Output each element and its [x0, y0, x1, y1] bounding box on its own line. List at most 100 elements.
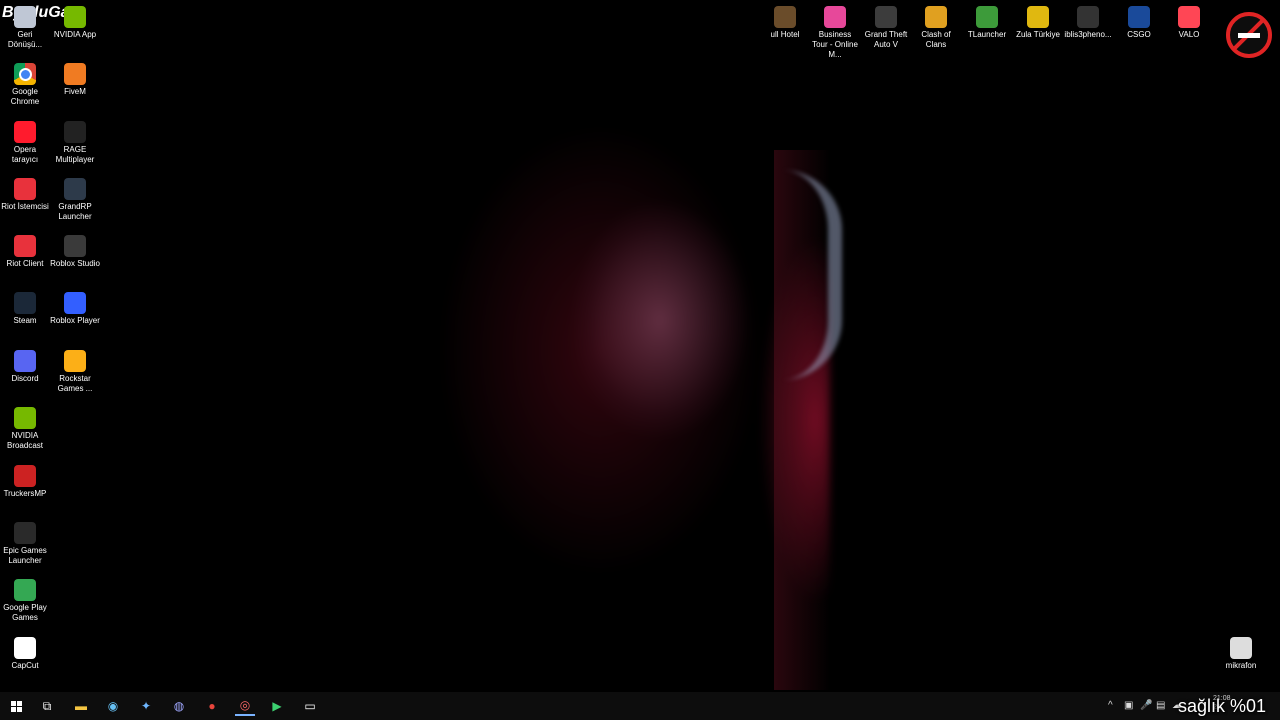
- desktop-icon-zula[interactable]: Zula Türkiye: [1013, 6, 1063, 40]
- desktop-icon-roblox-player[interactable]: Roblox Player: [50, 292, 100, 326]
- nvidia-icon: [64, 6, 86, 28]
- desktop-icon-label: Discord: [11, 374, 39, 383]
- riot-client-icon: [14, 235, 36, 257]
- desktop-icon-business-tour[interactable]: Business Tour - Online M...: [810, 6, 860, 60]
- desktop-icon-tlauncher[interactable]: TLauncher: [962, 6, 1012, 40]
- task-view-icon: ⧉: [42, 698, 52, 713]
- chrome-taskbar-button[interactable]: ●: [202, 696, 222, 716]
- desktop-icon-roblox-studio[interactable]: Roblox Studio: [50, 235, 100, 269]
- desktop-icon-label: Clash of Clans: [921, 30, 951, 49]
- riot-icon: [14, 178, 36, 200]
- file-explorer-button[interactable]: ▬: [71, 696, 91, 716]
- desktop-icon-label: Roblox Studio: [50, 259, 100, 268]
- webcam-background: [360, 20, 830, 690]
- desktop-icon-riot-client[interactable]: Riot Client: [0, 235, 50, 269]
- recycle-bin-icon: [14, 6, 36, 28]
- discord-icon: [14, 350, 36, 372]
- desktop-icon-label: GrandRP Launcher: [58, 202, 92, 221]
- chrome-icon: ●: [208, 699, 216, 713]
- desktop-icon-mikrafon[interactable]: mikrafon: [1216, 637, 1266, 671]
- launcher-taskbar-button[interactable]: ▶: [267, 696, 287, 716]
- tray-app-icon[interactable]: ▣: [1124, 700, 1133, 711]
- desktop-icon-grandrp[interactable]: GrandRP Launcher: [50, 178, 100, 222]
- microphone-icon: [1230, 637, 1252, 659]
- desktop-icon-clash-of-clans[interactable]: Clash of Clans: [911, 6, 961, 50]
- health-status-text: sağlık %01: [1178, 696, 1267, 716]
- recorder-taskbar-button[interactable]: ◎: [235, 696, 255, 716]
- gta-icon: [875, 6, 897, 28]
- desktop-icon-label: Business Tour - Online M...: [812, 30, 858, 59]
- copilot-taskbar-button[interactable]: ✦: [136, 696, 156, 716]
- desktop-icon-steam[interactable]: Steam: [0, 292, 50, 326]
- start-button[interactable]: [6, 696, 26, 716]
- terminal-taskbar-button[interactable]: ▭: [300, 696, 320, 716]
- chrome-icon: [14, 63, 36, 85]
- no-smoking-icon: [1226, 12, 1272, 58]
- desktop-icon-label: Steam: [13, 316, 37, 325]
- recorder-icon: ◎: [239, 698, 251, 712]
- steam-icon: ◉: [107, 699, 119, 713]
- desktop-icon-label: Opera tarayıcı: [11, 145, 39, 164]
- grandrp-icon: [64, 178, 86, 200]
- folder-icon: ▬: [75, 699, 87, 713]
- steam-taskbar-button[interactable]: ◉: [103, 696, 123, 716]
- windows-logo-icon: [10, 700, 22, 712]
- epic-icon: [14, 522, 36, 544]
- desktop-icon-valo[interactable]: VALO: [1164, 6, 1214, 40]
- desktop-icon-riot-istemcisi[interactable]: Riot İstemcisi: [0, 178, 50, 212]
- desktop-icon-label: Grand Theft Auto V: [864, 30, 908, 49]
- discord-taskbar-button[interactable]: ◍: [169, 696, 189, 716]
- fivem-icon: [64, 63, 86, 85]
- desktop-icon-label: TLauncher: [967, 30, 1007, 39]
- desktop-icon-capcut[interactable]: CapCut: [0, 637, 50, 671]
- desktop-icon-label: CSGO: [1127, 30, 1151, 39]
- desktop-icon-nvidia-app[interactable]: NVIDIA App: [50, 6, 100, 40]
- rockstar-icon: [64, 350, 86, 372]
- desktop-icon-iblis[interactable]: iblis3pheno...: [1063, 6, 1113, 40]
- tlauncher-icon: [976, 6, 998, 28]
- headphone-shape: [778, 170, 842, 380]
- desktop-icon-truckersmp[interactable]: TruckersMP: [0, 465, 50, 499]
- steam-icon: [14, 292, 36, 314]
- desktop-icon-chrome[interactable]: Google Chrome: [0, 63, 50, 107]
- desktop-icon-hotel[interactable]: ull Hotel: [760, 6, 810, 40]
- desktop-icon-label: Geri Dönüşü...: [7, 30, 43, 49]
- desktop-icon-rockstar[interactable]: Rockstar Games ...: [50, 350, 100, 394]
- desktop-icon-label: ull Hotel: [770, 30, 800, 39]
- iblis-icon: [1077, 6, 1099, 28]
- desktop-icon-label: Rockstar Games ...: [57, 374, 93, 393]
- business-tour-icon: [824, 6, 846, 28]
- task-view-button[interactable]: ⧉: [37, 696, 57, 716]
- desktop-icon-gta-v[interactable]: Grand Theft Auto V: [861, 6, 911, 50]
- hotel-icon: [774, 6, 796, 28]
- desktop-icon-label: NVIDIA App: [53, 30, 97, 39]
- desktop-icon-label: RAGE Multiplayer: [55, 145, 95, 164]
- desktop-icon-label: iblis3pheno...: [1064, 30, 1112, 39]
- tray-chevron-icon[interactable]: ^: [1108, 700, 1113, 711]
- desktop-icon-label: Zula Türkiye: [1016, 30, 1060, 39]
- desktop-icon-discord[interactable]: Discord: [0, 350, 50, 384]
- desktop-icon-label: FiveM: [64, 87, 86, 96]
- desktop-icon-label: CapCut: [11, 661, 39, 670]
- desktop-icon-epic-games[interactable]: Epic Games Launcher: [0, 522, 50, 566]
- desktop-icon-google-play-games[interactable]: Google Play Games: [0, 579, 50, 623]
- desktop-icon-csgo[interactable]: CSGO: [1114, 6, 1164, 40]
- roblox-studio-icon: [64, 235, 86, 257]
- desktop-icon-label: Riot Client: [6, 259, 44, 268]
- desktop-icon-label: Epic Games Launcher: [3, 546, 47, 565]
- zula-icon: [1027, 6, 1049, 28]
- desktop-icon-opera[interactable]: Opera tarayıcı: [0, 121, 50, 165]
- desktop-icon-label: Roblox Player: [50, 316, 100, 325]
- desktop-icon-rage[interactable]: RAGE Multiplayer: [50, 121, 100, 165]
- desktop-icon-recycle-bin[interactable]: Geri Dönüşü...: [0, 6, 50, 50]
- valorant-icon: [1178, 6, 1200, 28]
- desktop-icon-fivem[interactable]: FiveM: [50, 63, 100, 97]
- tray-microphone-icon[interactable]: 🎤: [1140, 700, 1152, 711]
- roblox-icon: [64, 292, 86, 314]
- opera-icon: [14, 121, 36, 143]
- csgo-icon: [1128, 6, 1150, 28]
- tray-network-icon[interactable]: ▤: [1156, 700, 1165, 711]
- desktop-icon-label: NVIDIA Broadcast: [6, 431, 44, 450]
- google-play-icon: [14, 579, 36, 601]
- desktop-icon-nvidia-broadcast[interactable]: NVIDIA Broadcast: [0, 407, 50, 451]
